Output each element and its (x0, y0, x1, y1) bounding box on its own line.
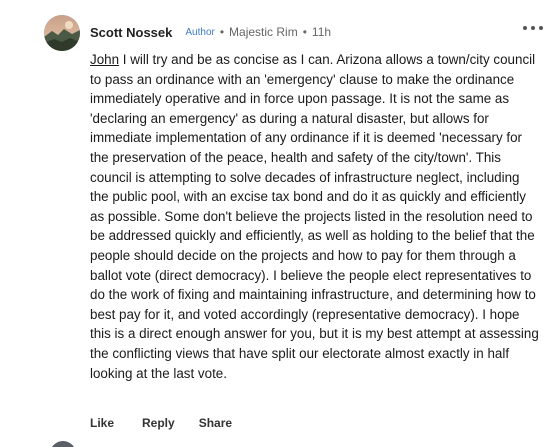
comment-text: I will try and be as concise as I can. A… (90, 52, 539, 381)
comment-body: John I will try and be as concise as I c… (90, 50, 540, 383)
community-name[interactable]: Majestic Rim (229, 25, 298, 39)
author-badge: Author (185, 26, 215, 38)
separator-dot: • (302, 25, 307, 39)
more-dot (523, 26, 527, 30)
like-button[interactable]: Like (90, 416, 114, 430)
next-comment-avatar[interactable] (50, 441, 76, 447)
comment-time: 11h (311, 25, 332, 39)
share-button[interactable]: Share (199, 416, 232, 430)
comment-header: Scott Nossek Author • Majestic Rim • 11h (90, 23, 331, 41)
comment-card: Scott Nossek Author • Majestic Rim • 11h… (0, 0, 557, 447)
more-dot (531, 26, 535, 30)
mention-link[interactable]: John (90, 52, 119, 67)
more-options-icon[interactable] (523, 22, 543, 34)
reply-button[interactable]: Reply (142, 416, 175, 430)
more-dot (539, 26, 543, 30)
comment-actions: Like Reply Share (90, 416, 232, 430)
author-name[interactable]: Scott Nossek (90, 25, 172, 40)
separator-dot: • (219, 25, 225, 39)
author-avatar[interactable] (44, 15, 80, 51)
